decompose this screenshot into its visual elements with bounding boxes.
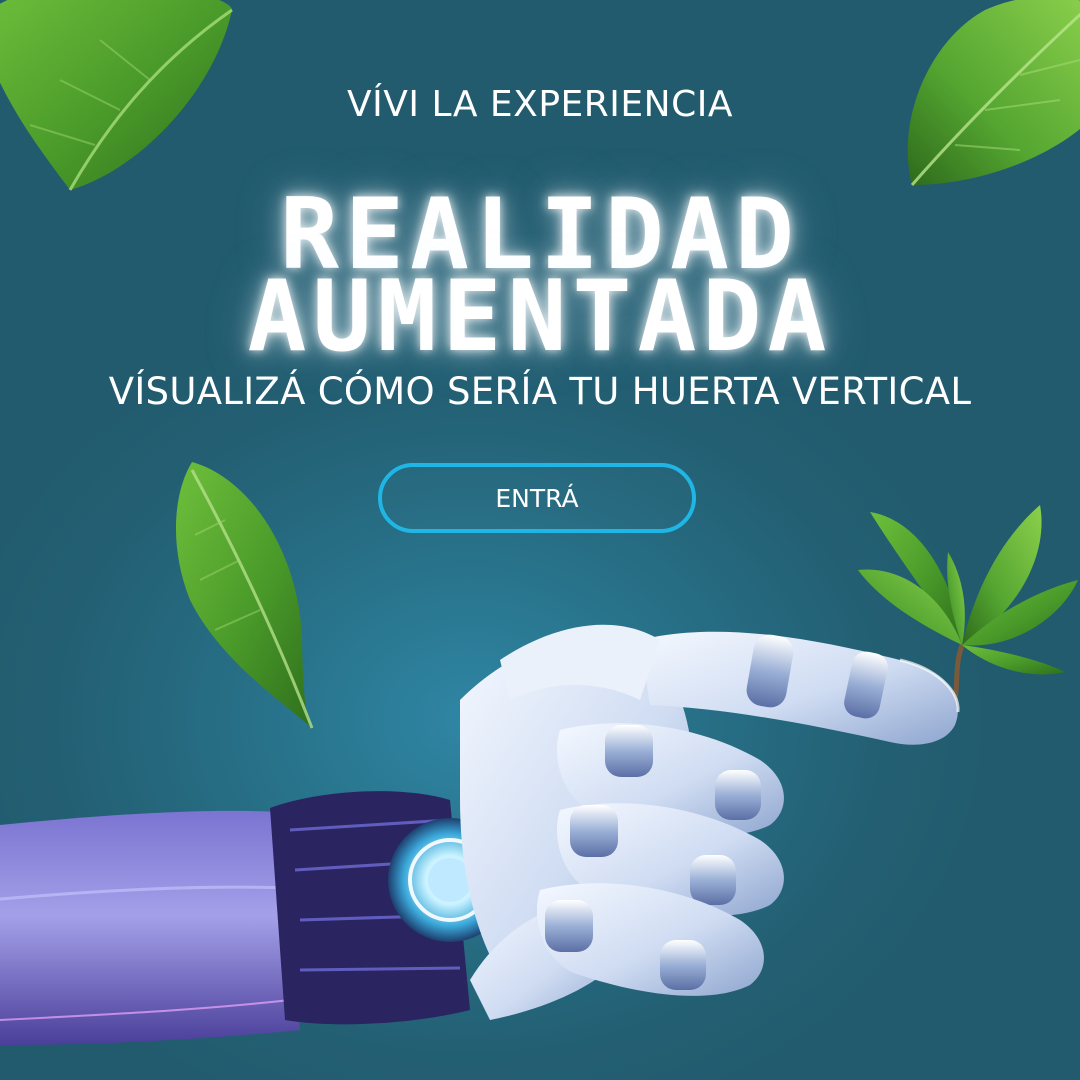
enter-button-label: ENTRÁ <box>495 483 579 513</box>
enter-button[interactable]: ENTRÁ <box>378 463 696 533</box>
ar-promo-poster: VÍVI LA EXPERIENCIA REALIDAD AUMENTADA V… <box>0 0 1080 1080</box>
robot-hand-icon <box>0 624 960 1045</box>
subtitle-text: VÍSUALIZÁ CÓMO SERÍA TU HUERTA VERTICAL <box>108 370 972 413</box>
eyebrow-text: VÍVI LA EXPERIENCIA <box>347 84 733 125</box>
headline-line-2: AUMENTADA <box>247 260 833 374</box>
